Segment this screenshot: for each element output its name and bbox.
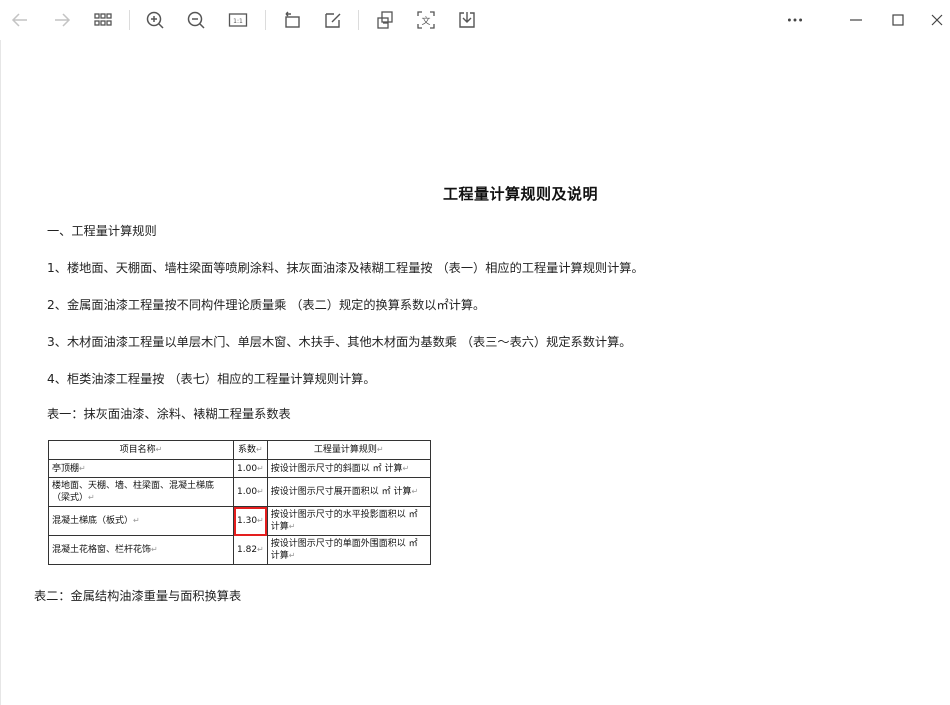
row-calc-rule: 按设计图示尺寸的斜面以 ㎡ 计算↵ xyxy=(266,459,431,478)
header-coefficient: 系数↵ xyxy=(233,440,268,460)
table-row: 混凝土梯底（板式）↵ 1.30↵ 按设计图示尺寸的水平投影面积以 ㎡ 计算↵ xyxy=(48,506,431,536)
row-item-name: 混凝土梯底（板式）↵ xyxy=(48,506,234,536)
row-coefficient: 1.00↵ xyxy=(233,459,268,478)
grid-icon xyxy=(94,13,112,26)
rule-1: 1、楼地面、天棚面、墙柱梁面等喷刷涂料、抹灰面油漆及裱糊工程量按 （表一）相应的… xyxy=(47,261,644,275)
close-icon xyxy=(931,14,943,26)
toolbar-separator xyxy=(265,10,266,30)
rotate-icon xyxy=(285,11,300,28)
header-calc-rule: 工程量计算规则↵ xyxy=(266,440,431,460)
maximize-icon xyxy=(892,14,904,26)
rotate-button[interactable] xyxy=(279,7,305,33)
text-recognition-icon: 文 xyxy=(417,11,435,29)
more-icon xyxy=(787,18,803,22)
document-page: 工程量计算规则及说明 一、工程量计算规则 1、楼地面、天棚面、墙柱梁面等喷刷涂料… xyxy=(0,40,950,705)
crop-icon xyxy=(377,11,393,29)
zoom-in-button[interactable] xyxy=(142,7,168,33)
download-icon xyxy=(459,12,475,28)
rule-4: 4、柜类油漆工程量按 （表七）相应的工程量计算规则计算。 xyxy=(47,372,376,386)
row-item-name: 混凝土花格窗、栏杆花饰↵ xyxy=(48,535,234,565)
row-calc-rule: 按设计图示尺寸展开面积以 ㎡ 计算↵ xyxy=(266,477,431,507)
document-title: 工程量计算规则及说明 xyxy=(443,185,599,203)
row-calc-rule: 按设计图示尺寸的单面外围面积以 ㎡ 计算↵ xyxy=(266,535,431,565)
thumbnails-button[interactable] xyxy=(90,7,116,33)
table2-caption: 表二：金属结构油漆重量与面积换算表 xyxy=(34,589,242,603)
header-item-name: 项目名称↵ xyxy=(48,440,234,460)
minimize-icon xyxy=(850,19,862,21)
save-button[interactable] xyxy=(454,7,480,33)
actual-size-button[interactable]: 1:1 xyxy=(225,7,251,33)
table-row: 混凝土花格窗、栏杆花饰↵ 1.82↵ 按设计图示尺寸的单面外围面积以 ㎡ 计算↵ xyxy=(48,535,431,565)
table-header-row: 项目名称↵ 系数↵ 工程量计算规则↵ xyxy=(48,440,431,460)
toolbar-separator xyxy=(129,10,130,30)
row-coefficient: 1.00↵ xyxy=(233,477,268,507)
zoom-out-button[interactable] xyxy=(183,7,209,33)
table-row: 楼地面、天棚、墙、柱梁面、混凝土梯底（梁式）↵ 1.00↵ 按设计图示尺寸展开面… xyxy=(48,477,431,507)
more-button[interactable] xyxy=(782,7,808,33)
svg-text:1:1: 1:1 xyxy=(233,18,243,25)
row-coefficient: 1.82↵ xyxy=(233,535,268,565)
rule-2: 2、金属面油漆工程量按不同构件理论质量乘 （表二）规定的换算系数以㎡计算。 xyxy=(47,298,486,312)
row-item-name: 楼地面、天棚、墙、柱梁面、混凝土梯底（梁式）↵ xyxy=(48,477,234,507)
svg-text:文: 文 xyxy=(421,15,430,27)
toolbar: 1:1 文 xyxy=(0,0,950,40)
arrow-left-icon xyxy=(11,13,27,27)
zoom-in-icon xyxy=(146,11,164,29)
section-heading: 一、工程量计算规则 xyxy=(47,224,157,238)
zoom-out-icon xyxy=(187,11,205,29)
forward-button[interactable] xyxy=(49,7,75,33)
highlighted-coefficient: 1.30↵ xyxy=(233,506,268,536)
ocr-button[interactable]: 文 xyxy=(413,7,439,33)
back-button[interactable] xyxy=(7,7,33,33)
minimize-button[interactable] xyxy=(843,7,869,33)
edit-button[interactable] xyxy=(320,7,346,33)
actual-size-icon: 1:1 xyxy=(228,13,248,27)
row-calc-rule: 按设计图示尺寸的水平投影面积以 ㎡ 计算↵ xyxy=(266,506,431,536)
toolbar-separator xyxy=(358,10,359,30)
table-row: 亭顶棚↵ 1.00↵ 按设计图示尺寸的斜面以 ㎡ 计算↵ xyxy=(48,459,431,478)
close-button[interactable] xyxy=(924,7,950,33)
edit-icon xyxy=(325,13,341,28)
table1-caption: 表一：抹灰面油漆、涂料、裱糊工程量系数表 xyxy=(47,407,291,421)
coefficient-table: 项目名称↵ 系数↵ 工程量计算规则↵ 亭顶棚↵ 1.00↵ 按设计图示尺寸的斜面… xyxy=(48,440,431,565)
row-item-name: 亭顶棚↵ xyxy=(48,459,234,478)
crop-button[interactable] xyxy=(372,7,398,33)
rule-3: 3、木材面油漆工程量以单层木门、单层木窗、木扶手、其他木材面为基数乘 （表三～表… xyxy=(47,335,632,349)
arrow-right-icon xyxy=(55,13,71,27)
maximize-button[interactable] xyxy=(885,7,911,33)
